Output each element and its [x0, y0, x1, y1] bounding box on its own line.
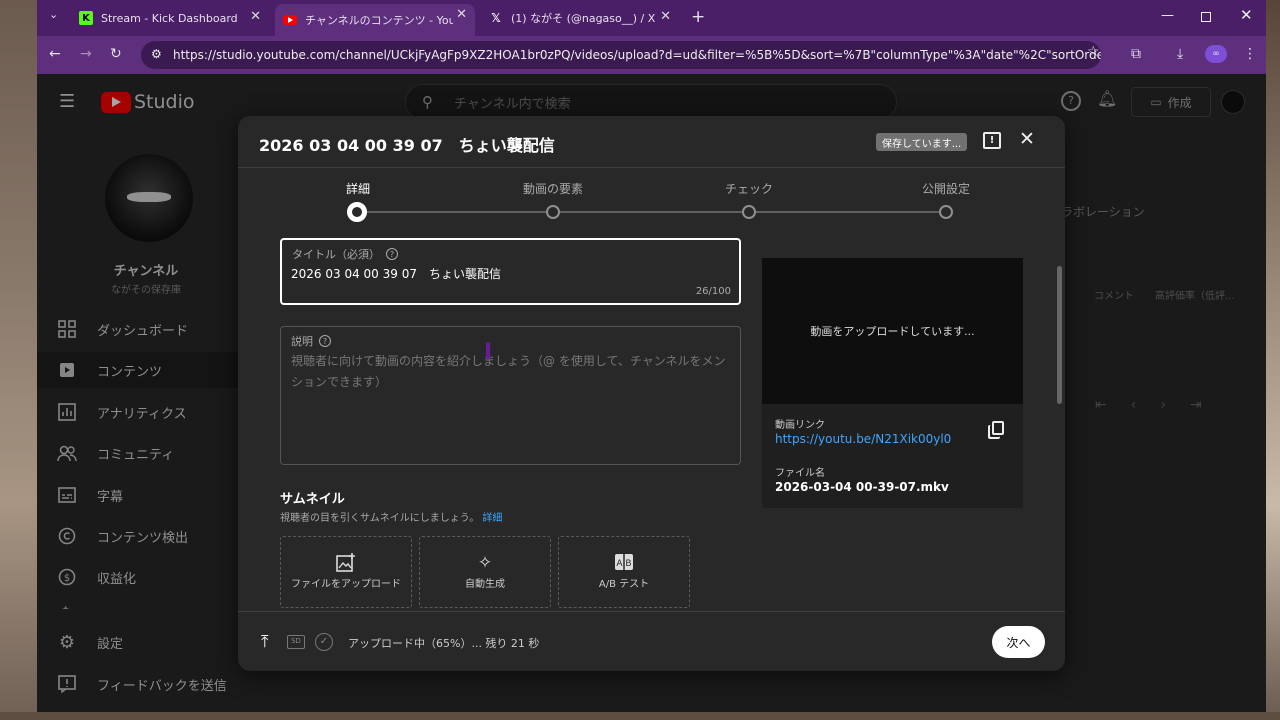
address-bar[interactable]: ⚙ https://studio.youtube.com/channel/UCk…	[141, 41, 1101, 69]
help-icon[interactable]: ?	[319, 335, 331, 347]
download-icon[interactable]: ⤓	[1177, 46, 1183, 62]
step-dot-checks[interactable]	[742, 205, 756, 219]
help-icon[interactable]: ?	[386, 248, 398, 260]
sparkle-icon: ✧	[477, 553, 493, 573]
step-dot-visibility[interactable]	[939, 205, 953, 219]
video-link[interactable]: https://youtu.be/N21Xik00yl0	[775, 432, 951, 446]
video-preview-panel: 動画をアップロードしています... 動画リンク https://youtu.be…	[762, 258, 1023, 508]
step-video-elements[interactable]: 動画の要素	[493, 180, 613, 197]
youtube-studio-app: ☰ Studio ⚲ チャンネル内で検索 ? 🔔︎ ▭ 作成 チャンネル ながそ…	[37, 74, 1266, 712]
thumbnail-autogenerate-option[interactable]: ✧ 自動生成	[419, 536, 551, 608]
dialog-footer: ⤒ SD ✓ アップロード中（65%）... 残り 21 秒 次へ	[238, 611, 1065, 671]
next-button[interactable]: 次へ	[992, 626, 1045, 658]
tab-title: チャンネルのコンテンツ - YouTube S	[305, 14, 453, 27]
url-text: https://studio.youtube.com/channel/UCkjF…	[173, 48, 1101, 62]
close-icon[interactable]: ✕	[660, 9, 671, 24]
browser-window: ⌄ K Stream - Kick Dashboard ✕ チャンネルのコンテン…	[37, 0, 1266, 712]
thumbnail-subtext-text: 視聴者の目を引くサムネイルにしましょう。	[280, 513, 480, 524]
tab-x[interactable]: 𝕏 (1) ながそ (@nagaso__) / X ✕	[481, 6, 679, 30]
thumbnail-heading: サムネイル	[280, 492, 345, 507]
ab-test-icon: AB	[559, 553, 689, 575]
tab-title: Stream - Kick Dashboard	[101, 11, 238, 25]
title-field[interactable]: タイトル（必須）? 2026 03 04 00 39 07 ちょい襲配信 26/…	[280, 238, 741, 305]
filename-label: ファイル名	[775, 468, 825, 479]
description-field-label: 説明?	[291, 333, 331, 349]
site-info-icon[interactable]: ⚙	[151, 47, 162, 61]
thumbnail-option-label: A/B テスト	[598, 579, 650, 590]
dialog-header: 2026 03 04 00 39 07 ちょい襲配信 保存しています... ! …	[238, 116, 1065, 168]
tab-search-icon[interactable]: ⌄	[49, 8, 58, 21]
desktop-background-right	[1266, 0, 1280, 720]
forward-icon[interactable]: →	[80, 46, 92, 62]
new-tab-icon[interactable]: +	[691, 7, 705, 27]
video-link-label: 動画リンク	[775, 420, 825, 431]
thumbnail-learn-more-link[interactable]: 詳細	[482, 513, 502, 524]
upload-progress-text: アップロード中（65%）... 残り 21 秒	[348, 637, 540, 650]
filename-value: 2026-03-04 00-39-07.mkv	[775, 480, 949, 494]
desktop-background-bottom	[0, 712, 1280, 720]
image-upload-icon	[281, 553, 411, 575]
thumbnail-upload-option[interactable]: ファイルをアップロード	[280, 536, 412, 608]
report-issue-icon[interactable]: !	[983, 132, 1001, 149]
back-icon[interactable]: ←	[49, 46, 61, 62]
title-input-value[interactable]: 2026 03 04 00 39 07 ちょい襲配信	[291, 265, 501, 282]
close-window-icon[interactable]: ✕	[1240, 6, 1253, 24]
close-icon[interactable]: ✕	[456, 7, 467, 22]
svg-text:A: A	[616, 559, 623, 569]
kick-icon: K	[79, 11, 93, 25]
close-dialog-icon[interactable]: ✕	[1019, 128, 1035, 150]
extensions-icon[interactable]: ⧉	[1131, 46, 1141, 62]
svg-text:B: B	[625, 559, 631, 569]
tab-kick[interactable]: K Stream - Kick Dashboard ✕	[71, 6, 269, 30]
stepper-track	[358, 211, 947, 213]
thumbnail-option-label: 自動生成	[465, 579, 505, 590]
tab-youtube-studio[interactable]: チャンネルのコンテンツ - YouTube S ✕	[275, 4, 475, 36]
scrollbar-thumb[interactable]	[1057, 266, 1062, 404]
tab-title: (1) ながそ (@nagaso__) / X	[511, 12, 656, 25]
bookmark-star-icon[interactable]: ☆	[1087, 44, 1100, 60]
desktop-background-left	[0, 0, 37, 720]
x-icon: 𝕏	[491, 11, 501, 25]
checks-complete-icon: ✓	[315, 633, 333, 651]
reload-icon[interactable]: ↻	[110, 46, 122, 62]
step-details[interactable]: 詳細	[298, 180, 418, 197]
step-dot-details[interactable]	[347, 202, 367, 222]
tab-strip: ⌄ K Stream - Kick Dashboard ✕ チャンネルのコンテン…	[37, 0, 1266, 36]
copy-icon[interactable]	[992, 421, 1004, 435]
title-label-text: タイトル（必須）	[292, 248, 380, 261]
thumbnail-subtext: 視聴者の目を引くサムネイルにしましょう。 詳細	[280, 509, 502, 524]
browser-toolbar: ← → ↻ ⚙ https://studio.youtube.com/chann…	[37, 36, 1266, 74]
step-visibility[interactable]: 公開設定	[886, 180, 1006, 197]
menu-icon[interactable]: ⋮	[1243, 46, 1257, 62]
upload-status-placeholder: 動画をアップロードしています...	[762, 258, 1023, 404]
upload-dialog: 2026 03 04 00 39 07 ちょい襲配信 保存しています... ! …	[238, 116, 1065, 671]
sd-badge: SD	[287, 635, 305, 649]
youtube-icon	[283, 15, 297, 25]
dialog-title: 2026 03 04 00 39 07 ちょい襲配信	[259, 136, 555, 155]
text-cursor-icon: I	[484, 340, 493, 365]
upload-icon[interactable]: ⤒	[261, 632, 269, 652]
dialog-scrollbar[interactable]	[1057, 236, 1062, 608]
description-field[interactable]: 説明? 視聴者に向けて動画の内容を紹介しましょう（@ を使用して、チャンネルをメ…	[280, 326, 741, 465]
description-label-text: 説明	[291, 335, 313, 348]
thumbnail-ab-test-option[interactable]: AB A/B テスト	[558, 536, 690, 608]
thumbnail-option-label: ファイルをアップロード	[291, 579, 401, 590]
saving-badge: 保存しています...	[876, 133, 968, 151]
step-checks[interactable]: チェック	[689, 180, 809, 197]
step-dot-video-elements[interactable]	[546, 205, 560, 219]
title-field-label: タイトル（必須）?	[292, 246, 398, 262]
description-placeholder: 視聴者に向けて動画の内容を紹介しましょう（@ を使用して、チャンネルをメンション…	[291, 354, 726, 389]
profile-icon[interactable]: ∞	[1205, 45, 1227, 63]
minimize-icon[interactable]: —	[1161, 8, 1174, 23]
close-icon[interactable]: ✕	[250, 9, 261, 24]
maximize-icon[interactable]	[1201, 12, 1211, 22]
title-char-counter: 26/100	[695, 286, 731, 297]
